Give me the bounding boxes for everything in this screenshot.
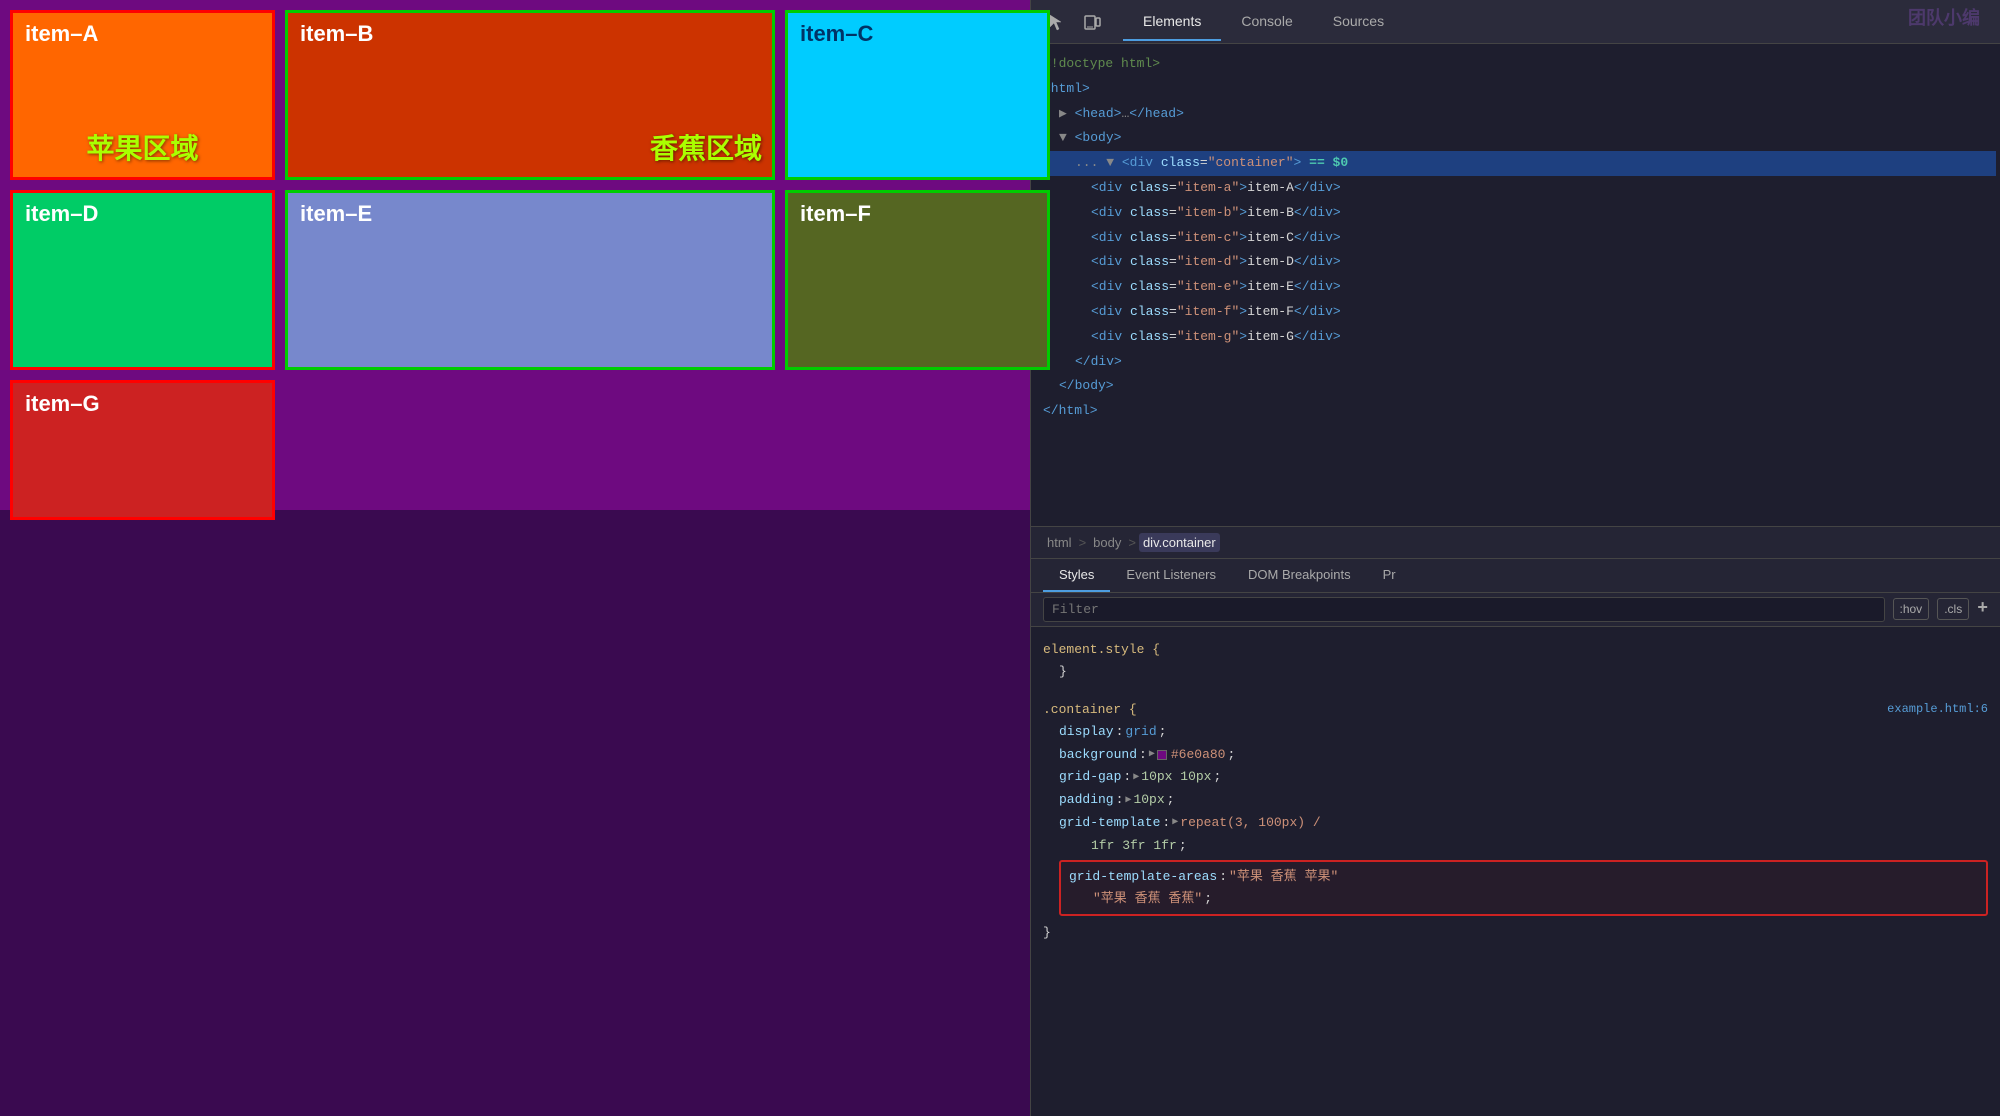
banana-area-label: 香蕉区域 [650,127,762,167]
grid-item-b: item–B 香蕉区域 [285,10,775,180]
item-c-label: item–C [800,21,873,46]
html-line-html[interactable]: <html> [1035,77,1996,102]
filter-input[interactable] [1043,597,1885,622]
item-a-label: item–A [25,21,98,46]
html-line-head[interactable]: ▶ <head>…</head> [1035,102,1996,127]
styles-tab-styles[interactable]: Styles [1043,559,1110,592]
grid-item-c: item–C [785,10,1050,180]
html-line-div-close[interactable]: </div> [1035,350,1996,375]
devtools-tabs: Elements Console Sources [1123,3,1404,41]
container-style-block: .container { example.html:6 display : gr… [1043,699,1988,944]
item-d-label: item–D [25,201,98,226]
tab-sources[interactable]: Sources [1313,3,1404,41]
element-style-block: element.style { } [1043,639,1988,683]
html-line-doctype[interactable]: <!doctype html> [1035,52,1996,77]
html-line-item-d[interactable]: <div class="item-d">item-D</div> [1035,250,1996,275]
element-style-selector[interactable]: element.style { [1043,642,1160,657]
breadcrumb-html[interactable]: html [1043,533,1076,552]
browser-preview-panel: item–A 苹果区域 item–B 香蕉区域 item–C item–D it… [0,0,1030,1116]
styles-tabs: Styles Event Listeners DOM Breakpoints P… [1031,559,2000,593]
html-line-item-f[interactable]: <div class="item-f">item-F</div> [1035,300,1996,325]
device-toolbar-icon-button[interactable] [1077,7,1107,37]
item-e-label: item–E [300,201,372,226]
tab-elements[interactable]: Elements [1123,3,1221,41]
style-grid-template: grid-template : ▶ repeat(3, 100px) / [1043,812,1988,835]
style-grid-template-areas-highlighted: grid-template-areas : "苹果 香蕉 苹果" "苹果 香蕉 … [1059,860,1988,916]
cls-button[interactable]: .cls [1937,598,1969,620]
style-grid-gap: grid-gap : ▶ 10px 10px ; [1043,766,1988,789]
html-line-item-g[interactable]: <div class="item-g">item-G</div> [1035,325,1996,350]
color-swatch-bg[interactable] [1157,750,1167,760]
html-line-container[interactable]: ... ▼ <div class="container"> == $0 [1035,151,1996,176]
html-line-item-b[interactable]: <div class="item-b">item-B</div> [1035,201,1996,226]
breadcrumb: html > body > div.container [1031,526,2000,559]
style-background: background : ▶ #6e0a80 ; [1043,744,1988,767]
item-b-label: item–B [300,21,373,46]
grid-item-e: item–E [285,190,775,370]
grid-item-f: item–F [785,190,1050,370]
html-line-body-close[interactable]: </body> [1035,374,1996,399]
css-grid-preview: item–A 苹果区域 item–B 香蕉区域 item–C item–D it… [0,0,1030,510]
html-line-item-e[interactable]: <div class="item-e">item-E</div> [1035,275,1996,300]
styles-tab-event-listeners[interactable]: Event Listeners [1110,559,1232,592]
elements-html-tree: <!doctype html> <html> ▶ <head>…</head> … [1031,44,2000,526]
style-padding: padding : ▶ 10px ; [1043,789,1988,812]
devtools-panel: Elements Console Sources <!doctype html>… [1030,0,2000,1116]
html-line-html-close[interactable]: </html> [1035,399,1996,424]
apple-area-label: 苹果区域 [86,127,198,167]
html-line-item-a[interactable]: <div class="item-a">item-A</div> [1035,176,1996,201]
item-g-label: item–G [25,391,100,416]
breadcrumb-body[interactable]: body [1089,533,1125,552]
devtools-toolbar: Elements Console Sources [1031,0,2000,44]
grid-item-a: item–A 苹果区域 [10,10,275,180]
styles-tab-pr[interactable]: Pr [1367,559,1412,592]
container-selector[interactable]: .container { [1043,702,1137,717]
grid-item-d: item–D [10,190,275,370]
filter-bar: :hov .cls + [1031,593,2000,627]
styles-content: element.style { } .container { example.h… [1031,627,2000,1116]
grid-item-g: item–G [10,380,275,520]
tab-console[interactable]: Console [1221,3,1312,41]
style-grid-template-cont: 1fr 3fr 1fr ; [1043,835,1988,858]
item-f-label: item–F [800,201,871,226]
breadcrumb-container[interactable]: div.container [1139,533,1220,552]
style-source-link[interactable]: example.html:6 [1887,699,1988,719]
hov-button[interactable]: :hov [1893,598,1930,620]
styles-tab-dom-breakpoints[interactable]: DOM Breakpoints [1232,559,1367,592]
add-style-button[interactable]: + [1977,599,1988,619]
html-line-body[interactable]: ▼ <body> [1035,126,1996,151]
style-display: display : grid ; [1043,721,1988,744]
html-line-item-c[interactable]: <div class="item-c">item-C</div> [1035,226,1996,251]
